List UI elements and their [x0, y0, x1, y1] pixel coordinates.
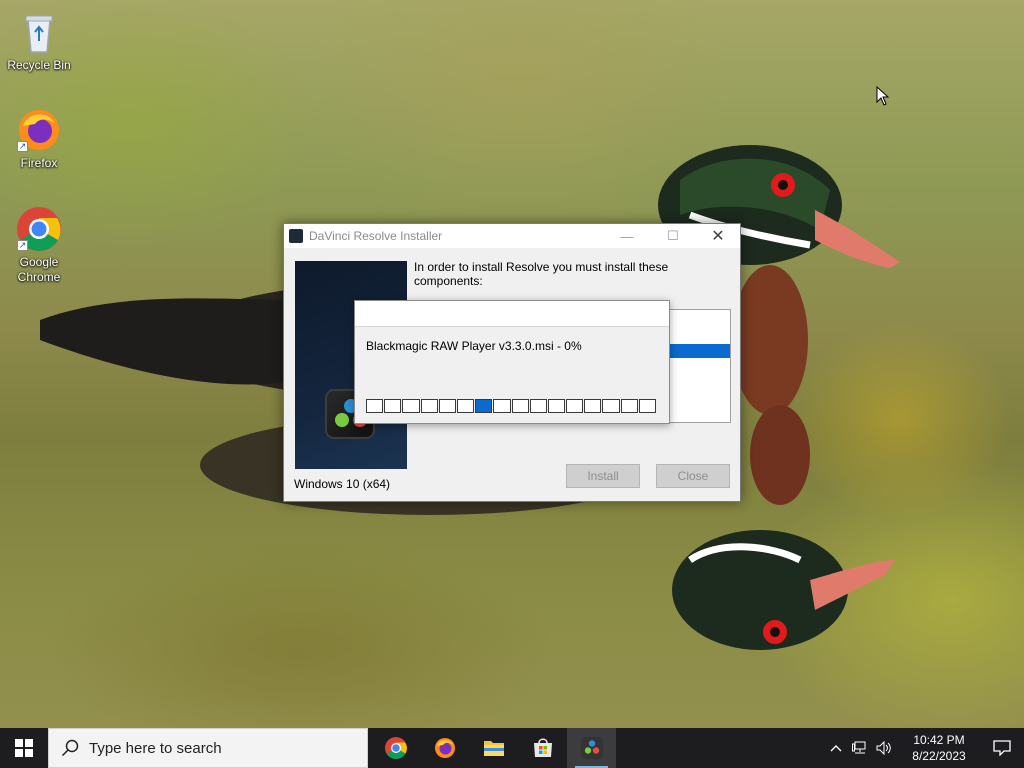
shortcut-arrow-icon: ↗	[17, 141, 28, 152]
progress-file-status: Blackmagic RAW Player v3.3.0.msi - 0%	[366, 339, 582, 353]
progress-block	[547, 399, 566, 413]
taskbar-file-explorer-button[interactable]	[469, 728, 518, 768]
minimize-button[interactable]: —	[604, 224, 650, 248]
close-button[interactable]: Close	[656, 464, 730, 488]
clock[interactable]: 10:42 PM 8/22/2023	[898, 732, 980, 764]
taskbar-firefox-button[interactable]	[420, 728, 469, 768]
instruction-text: In order to install Resolve you must ins…	[414, 260, 669, 288]
installer-titlebar[interactable]: DaVinci Resolve Installer — ☐ ✕	[284, 224, 740, 248]
progress-block	[366, 399, 384, 413]
chrome-icon	[384, 737, 407, 759]
davinci-resolve-icon	[580, 737, 603, 759]
search-icon	[61, 739, 79, 757]
progress-block	[511, 399, 529, 413]
desktop-icon-label: Recycle Bin	[7, 58, 71, 72]
progress-block	[475, 399, 493, 413]
progress-block	[420, 399, 438, 413]
taskbar-chrome-button[interactable]	[371, 728, 420, 768]
maximize-button[interactable]: ☐	[650, 224, 696, 248]
progress-block	[438, 399, 456, 413]
selected-component-row[interactable]	[670, 344, 730, 358]
search-placeholder: Type here to search	[89, 739, 222, 757]
progress-block	[602, 399, 620, 413]
progress-block	[584, 399, 602, 413]
davinci-resolve-icon	[289, 229, 303, 243]
store-icon	[533, 738, 552, 757]
progress-block	[638, 399, 656, 413]
progress-block	[529, 399, 547, 413]
progress-block	[456, 399, 475, 413]
desktop-wallpaper: Recycle Bin ↗ Firefox ↗ Google Chrome Da…	[0, 0, 1024, 728]
installer-title: DaVinci Resolve Installer	[309, 229, 443, 243]
progress-dialog-titlebar[interactable]	[355, 301, 669, 327]
desktop-icon-recycle-bin[interactable]: Recycle Bin	[1, 8, 77, 73]
show-hidden-icons-chevron-up-icon[interactable]	[824, 728, 848, 768]
os-label: Windows 10 (x64)	[294, 477, 391, 491]
network-icon[interactable]	[848, 728, 872, 768]
taskbar: Type here to search 10:42 PM 8/22/2023	[0, 728, 1024, 768]
notification-icon	[993, 740, 1011, 756]
chrome-icon: ↗	[15, 205, 63, 253]
volume-icon[interactable]	[872, 728, 896, 768]
taskbar-davinci-installer-button[interactable]	[567, 728, 616, 768]
taskbar-store-button[interactable]	[518, 728, 567, 768]
mouse-cursor-icon	[876, 86, 890, 106]
close-window-button[interactable]: ✕	[695, 224, 741, 248]
progress-block	[493, 399, 511, 413]
clock-time: 10:42 PM	[913, 733, 965, 747]
clock-date: 8/22/2023	[912, 749, 966, 763]
progress-dialog: Blackmagic RAW Player v3.3.0.msi - 0%	[354, 300, 670, 424]
notification-center-button[interactable]	[980, 728, 1024, 768]
progress-bar	[366, 399, 656, 413]
folder-icon	[483, 741, 504, 756]
progress-block	[620, 399, 638, 413]
firefox-icon: ↗	[15, 106, 63, 154]
component-list[interactable]	[669, 309, 731, 423]
desktop-icon-label: Google Chrome	[17, 255, 61, 284]
desktop-icon-firefox[interactable]: ↗ Firefox	[1, 106, 77, 171]
start-button[interactable]	[0, 728, 48, 768]
progress-block	[566, 399, 584, 413]
system-tray: 10:42 PM 8/22/2023	[824, 728, 1024, 768]
progress-block	[402, 399, 420, 413]
desktop-icon-google-chrome[interactable]: ↗ Google Chrome	[1, 205, 77, 285]
progress-block	[384, 399, 402, 413]
desktop-icon-label: Firefox	[20, 156, 58, 170]
taskbar-apps	[371, 728, 616, 768]
taskbar-search-box[interactable]: Type here to search	[48, 728, 368, 768]
install-button[interactable]: Install	[566, 464, 640, 488]
firefox-icon	[434, 738, 455, 758]
shortcut-arrow-icon: ↗	[17, 240, 28, 251]
recycle-bin-icon	[15, 8, 63, 56]
windows-logo-icon	[15, 739, 33, 757]
